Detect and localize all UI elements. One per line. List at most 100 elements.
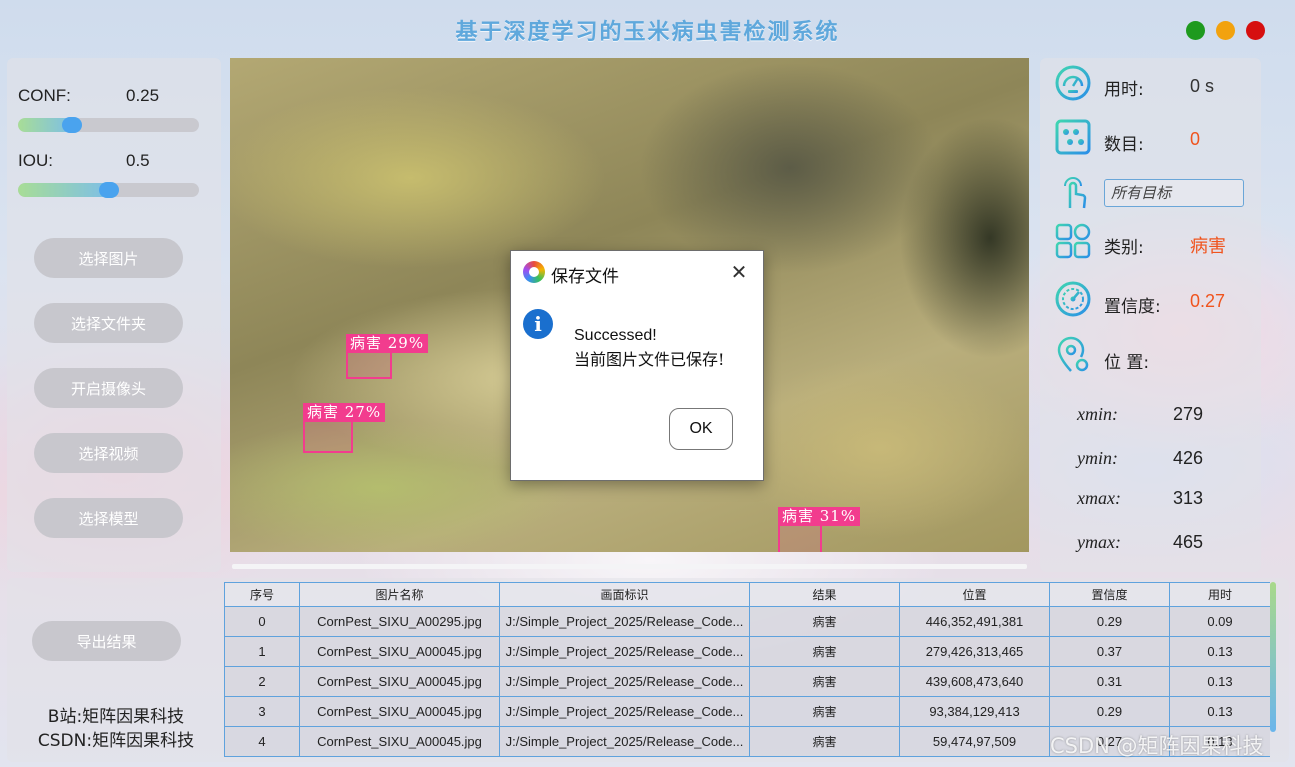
select-model-button[interactable]: 选择模型	[34, 498, 183, 538]
app-title: 基于深度学习的玉米病虫害检测系统	[455, 20, 840, 45]
dialog-message-body: 当前图片文件已保存!	[574, 350, 725, 369]
dialog-title: 保存文件	[551, 267, 619, 287]
dialog-message-title: Successed!	[574, 327, 657, 344]
cell-frame-id: J:/Simple_Project_2025/Release_Code...	[499, 636, 750, 667]
cell-confidence: 0.31	[1049, 666, 1170, 697]
detection-label: 病害 31%	[778, 507, 861, 526]
target-select[interactable]: 所有目标	[1104, 179, 1244, 207]
location-pin-icon	[1057, 336, 1089, 372]
cell-result: 病害	[749, 726, 900, 757]
cell-index: 4	[224, 726, 300, 757]
select-folder-button[interactable]: 选择文件夹	[34, 303, 183, 343]
category-label: 类别:	[1104, 238, 1144, 258]
cell-index: 2	[224, 666, 300, 697]
conf-slider-handle[interactable]	[62, 117, 83, 133]
bilibili-credit: B站:矩阵因果科技	[47, 707, 185, 727]
cell-position: 279,426,313,465	[899, 636, 1050, 667]
cell-frame-id: J:/Simple_Project_2025/Release_Code...	[499, 696, 750, 727]
table-row[interactable]: 2 CornPest_SIXU_A00045.jpg J:/Simple_Pro…	[224, 666, 1270, 697]
detection-box	[303, 422, 353, 453]
column-header-frame-id[interactable]: 画面标识	[499, 582, 750, 607]
cell-position: 446,352,491,381	[899, 606, 1050, 637]
time-value: 0 s	[1190, 76, 1215, 96]
abacus-icon	[1055, 119, 1091, 155]
xmin-value: 279	[1173, 404, 1204, 424]
cell-image-name: CornPest_SIXU_A00045.jpg	[299, 666, 500, 697]
detection-label: 病害 29%	[346, 334, 429, 353]
touch-icon	[1064, 177, 1087, 209]
app-logo-icon	[523, 261, 545, 283]
cell-time: 0.13	[1169, 666, 1270, 697]
cell-confidence: 0.29	[1049, 606, 1170, 637]
column-header-index[interactable]: 序号	[224, 582, 300, 607]
speedometer-icon	[1055, 65, 1091, 101]
cell-index: 0	[224, 606, 300, 637]
close-icon[interactable]: ✕	[729, 262, 749, 283]
info-icon: i	[523, 309, 553, 339]
ok-button[interactable]: OK	[669, 408, 733, 450]
column-header-position[interactable]: 位置	[899, 582, 1050, 607]
video-progress-bar[interactable]	[232, 564, 1027, 569]
cell-time: 0.13	[1169, 696, 1270, 727]
cell-image-name: CornPest_SIXU_A00045.jpg	[299, 696, 500, 727]
ymin-label: ymin:	[1077, 448, 1118, 468]
confidence-value: 0.27	[1190, 291, 1226, 311]
table-row[interactable]: 3 CornPest_SIXU_A00045.jpg J:/Simple_Pro…	[224, 696, 1270, 727]
cell-frame-id: J:/Simple_Project_2025/Release_Code...	[499, 726, 750, 757]
close-window-button[interactable]	[1246, 21, 1265, 40]
column-header-confidence[interactable]: 置信度	[1049, 582, 1170, 607]
ymax-label: ymax:	[1077, 532, 1121, 552]
xmin-label: xmin:	[1077, 404, 1118, 424]
count-value: 0	[1190, 129, 1201, 149]
cell-position: 93,384,129,413	[899, 696, 1050, 727]
cell-confidence: 0.37	[1049, 636, 1170, 667]
open-camera-button[interactable]: 开启摄像头	[34, 368, 183, 408]
cell-image-name: CornPest_SIXU_A00045.jpg	[299, 636, 500, 667]
table-scrollbar[interactable]	[1270, 582, 1276, 732]
time-label: 用时:	[1104, 80, 1144, 100]
ymax-value: 465	[1173, 532, 1204, 552]
select-video-button[interactable]: 选择视频	[34, 433, 183, 473]
detection-box	[346, 353, 392, 379]
minimize-button[interactable]	[1216, 21, 1235, 40]
iou-value: 0.5	[126, 151, 150, 170]
csdn-watermark: CSDN @矩阵因果科技	[1050, 734, 1264, 758]
xmax-value: 313	[1173, 488, 1204, 508]
select-image-button[interactable]: 选择图片	[34, 238, 183, 278]
save-file-dialog: 保存文件 ✕ i Successed! 当前图片文件已保存! OK	[510, 250, 764, 481]
count-label: 数目:	[1104, 135, 1144, 155]
cell-time: 0.13	[1169, 636, 1270, 667]
xmax-label: xmax:	[1077, 488, 1121, 508]
column-header-time[interactable]: 用时	[1169, 582, 1270, 607]
cell-time: 0.09	[1169, 606, 1270, 637]
table-row[interactable]: 0 CornPest_SIXU_A00295.jpg J:/Simple_Pro…	[224, 606, 1270, 637]
position-label: 位 置:	[1104, 353, 1150, 373]
iou-label: IOU:	[18, 151, 53, 170]
cell-index: 3	[224, 696, 300, 727]
detection-box	[778, 526, 822, 552]
column-header-result[interactable]: 结果	[749, 582, 900, 607]
column-header-image-name[interactable]: 图片名称	[299, 582, 500, 607]
ymin-value: 426	[1173, 448, 1204, 468]
category-grid-icon	[1055, 223, 1091, 259]
cell-confidence: 0.29	[1049, 696, 1170, 727]
table-header-row: 序号 图片名称 画面标识 结果 位置 置信度 用时	[224, 582, 1270, 607]
cell-position: 59,474,97,509	[899, 726, 1050, 757]
gauge-icon	[1055, 281, 1091, 317]
export-results-button[interactable]: 导出结果	[32, 621, 181, 661]
cell-result: 病害	[749, 696, 900, 727]
cell-result: 病害	[749, 606, 900, 637]
conf-slider[interactable]	[18, 118, 199, 132]
conf-value: 0.25	[126, 86, 160, 105]
maximize-button[interactable]	[1186, 21, 1205, 40]
table-row[interactable]: 1 CornPest_SIXU_A00045.jpg J:/Simple_Pro…	[224, 636, 1270, 667]
cell-position: 439,608,473,640	[899, 666, 1050, 697]
cell-frame-id: J:/Simple_Project_2025/Release_Code...	[499, 606, 750, 637]
category-value: 病害	[1190, 236, 1226, 256]
iou-slider-handle[interactable]	[98, 182, 119, 198]
cell-image-name: CornPest_SIXU_A00045.jpg	[299, 726, 500, 757]
detection-label: 病害 27%	[303, 403, 386, 422]
confidence-label: 置信度:	[1104, 297, 1161, 317]
csdn-credit: CSDN:矩阵因果科技	[37, 731, 195, 751]
conf-label: CONF:	[18, 86, 71, 105]
